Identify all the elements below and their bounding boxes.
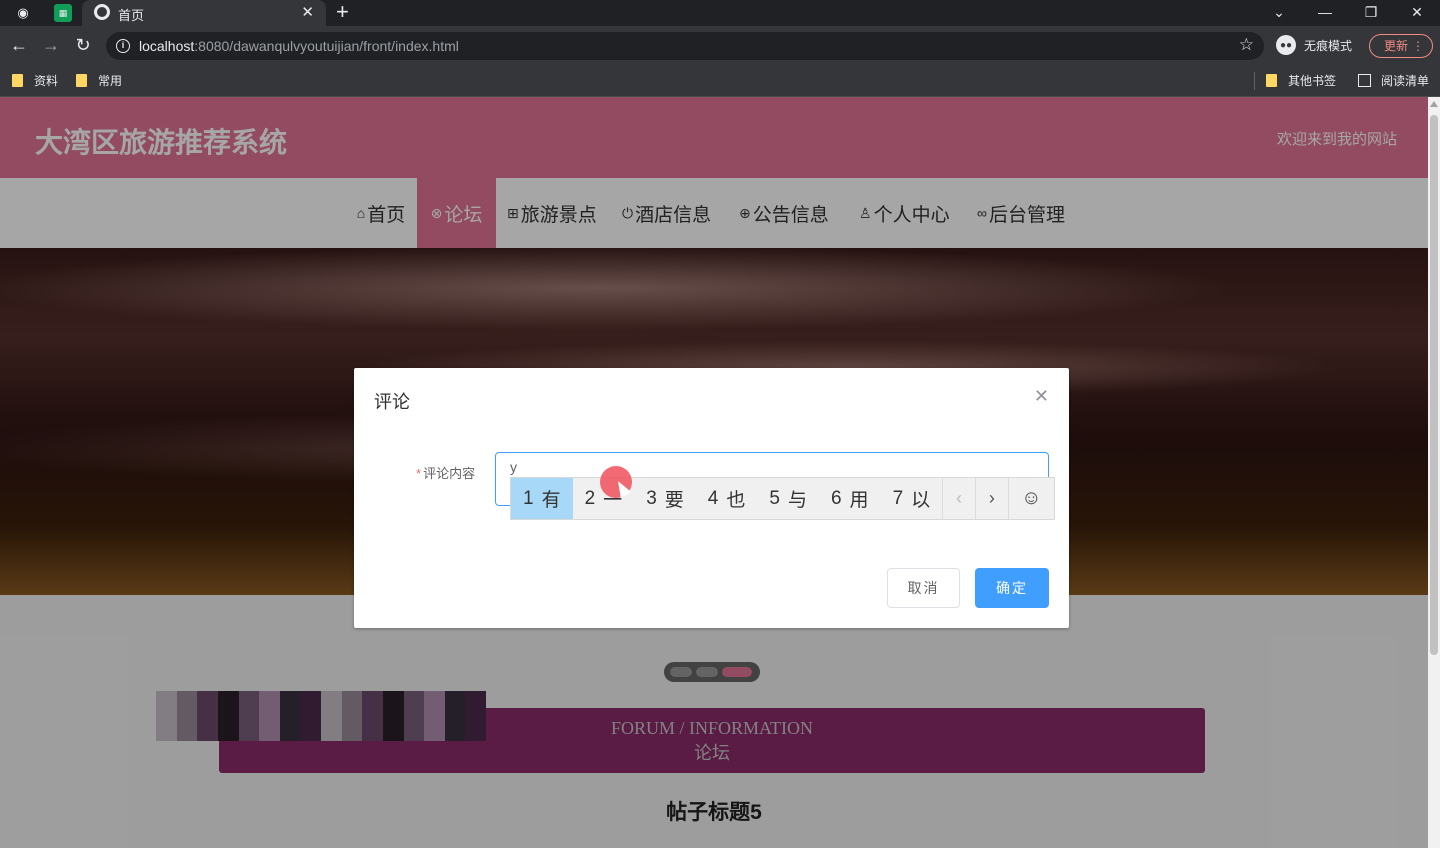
more-menu-icon: ⋮ [1412, 39, 1424, 53]
url-text[interactable]: localhost:8080/dawanqulvyoutuijian/front… [139, 38, 459, 54]
forward-arrow-icon[interactable]: → [40, 34, 62, 56]
sheets-tab-icon[interactable]: ▦ [54, 4, 72, 22]
back-arrow-icon[interactable]: ← [8, 34, 30, 56]
candidate-number: 7 [892, 487, 904, 509]
candidate-text: 也 [726, 490, 746, 511]
candidate-number: 3 [646, 487, 657, 509]
minimize-icon[interactable]: — [1302, 0, 1348, 24]
ime-candidate[interactable]: 1有 [511, 478, 573, 519]
candidate-text: 用 [849, 490, 869, 511]
update-button[interactable]: 更新 ⋮ [1369, 34, 1433, 58]
close-icon[interactable]: ✕ [301, 3, 314, 21]
folder-icon [12, 74, 23, 87]
url-path: :8080/dawanqulvyoutuijian/front/index.ht… [194, 38, 459, 54]
window-controls: ⌄ — ❐ ✕ [1256, 0, 1440, 24]
incognito-icon: ●● [1276, 35, 1296, 55]
candidate-number: 4 [707, 487, 719, 509]
candidate-text: 以 [911, 490, 931, 511]
update-label: 更新 [1384, 39, 1409, 53]
restore-icon[interactable]: ❐ [1348, 0, 1394, 24]
bookmark-other[interactable]: 其他书签 [1266, 72, 1336, 89]
browser-menu-icon[interactable]: ◉ [14, 4, 32, 22]
ime-candidate[interactable]: 5与 [757, 478, 819, 519]
ime-candidate-window: 1 有 2 一 3 要 4 也 5 与 6 用 7 以 ‹ › ☺ [510, 477, 1055, 520]
incognito-indicator[interactable]: ●● 无痕模式 [1276, 35, 1352, 55]
info-icon[interactable]: i [116, 39, 130, 53]
tab-title: 首页 [118, 8, 145, 23]
bookmark-label: 其他书签 [1288, 74, 1337, 88]
field-label-text: 评论内容 [423, 466, 476, 481]
folder-icon [76, 74, 87, 87]
chevron-right-icon[interactable]: › [974, 478, 1008, 519]
reading-list-icon [1358, 74, 1371, 87]
page-scrollbar[interactable] [1428, 97, 1440, 848]
address-bar[interactable]: i localhost:8080/dawanqulvyoutuijian/fro… [106, 32, 1264, 60]
globe-icon [94, 4, 110, 20]
ime-candidate[interactable]: 7以 [881, 478, 943, 519]
browser-toolbar: ← → ↻ i localhost:8080/dawanqulvyoutuiji… [0, 26, 1440, 66]
browser-tab-bar: ◉ ▦ 首页 ✕ + ⌄ — ❐ ✕ [0, 0, 1440, 26]
bookmark-label: 资料 [34, 74, 59, 88]
dialog-title: 评论 [374, 392, 410, 412]
bookmark-folder-ziliao[interactable]: 资料 [12, 72, 58, 89]
ime-candidate[interactable]: 6用 [819, 478, 881, 519]
candidate-number: 1 [523, 487, 534, 509]
tab-search-icon[interactable]: ⌄ [1256, 0, 1302, 24]
reload-icon[interactable]: ↻ [72, 34, 94, 56]
candidate-text: 与 [787, 490, 807, 511]
confirm-button[interactable]: 确定 [975, 568, 1049, 608]
candidate-number: 5 [769, 487, 780, 509]
scroll-up-icon[interactable] [1430, 101, 1438, 107]
cancel-button[interactable]: 取消 [887, 568, 960, 608]
reading-list[interactable]: 阅读清单 [1358, 72, 1429, 89]
bookmark-label: 阅读清单 [1381, 74, 1430, 88]
bookmark-folder-changyong[interactable]: 常用 [76, 72, 122, 89]
ime-candidate[interactable]: 4也 [696, 478, 758, 519]
browser-tab[interactable]: 首页 ✕ [82, 0, 326, 26]
candidate-text: 要 [664, 490, 684, 511]
candidate-number: 6 [830, 487, 842, 509]
ime-candidate[interactable]: 3要 [634, 478, 696, 519]
bookmark-star-icon[interactable]: ☆ [1239, 35, 1254, 55]
comment-field-label: * 评论内容 [416, 463, 475, 482]
close-icon[interactable]: ✕ [1034, 386, 1049, 407]
emoji-icon[interactable]: ☺ [1007, 478, 1054, 519]
incognito-label: 无痕模式 [1304, 38, 1353, 53]
candidate-text: 有 [541, 490, 561, 511]
candidate-number: 2 [584, 487, 596, 509]
bookmarks-bar: 资料 常用 其他书签 阅读清单 [0, 66, 1440, 97]
scroll-thumb[interactable] [1430, 115, 1438, 655]
bookmark-label: 常用 [98, 74, 123, 88]
required-mark: * [416, 466, 422, 481]
url-host: localhost [139, 38, 195, 54]
bookmarks-divider [1254, 72, 1255, 90]
window-close-icon[interactable]: ✕ [1394, 0, 1440, 24]
new-tab-button[interactable]: + [336, 0, 349, 24]
chevron-left-icon[interactable]: ‹ [942, 478, 975, 519]
folder-icon [1266, 74, 1277, 87]
